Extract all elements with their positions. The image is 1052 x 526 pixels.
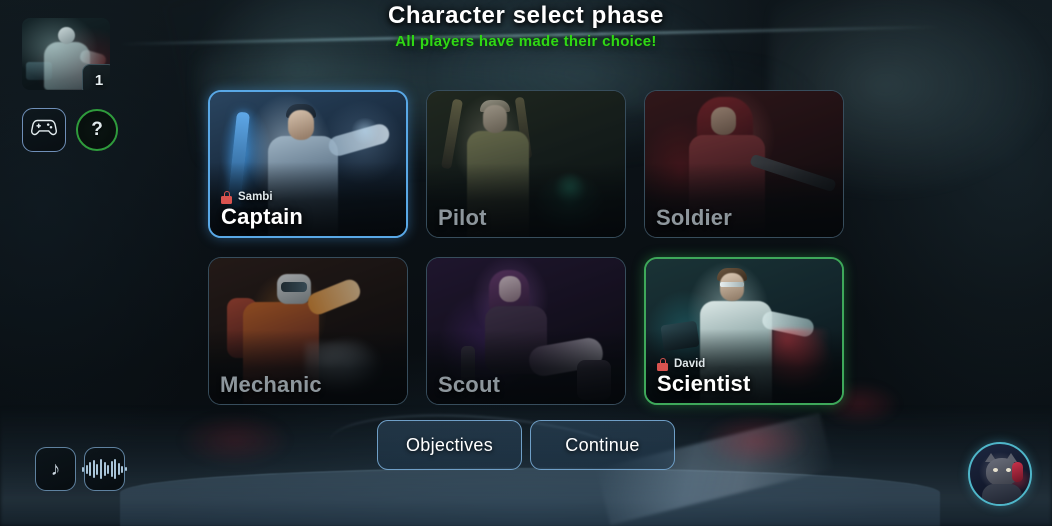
- owner-row: David: [657, 357, 834, 371]
- player-panel: 1 ?: [22, 18, 118, 152]
- user-avatar[interactable]: [968, 442, 1032, 506]
- audio-waveform-icon: [81, 459, 128, 479]
- character-select-screen: Character select phase All players have …: [0, 0, 1052, 526]
- character-card-scout[interactable]: Scout: [426, 257, 626, 405]
- card-labels: David Scientist: [657, 357, 834, 396]
- character-name: Captain: [221, 203, 304, 229]
- background-red-glow-2: [180, 414, 290, 466]
- music-note-icon: ♪: [50, 458, 61, 480]
- character-grid: Sambi Captain Pilot Soldier Mechanic Sco…: [208, 90, 844, 405]
- character-card-scientist[interactable]: David Scientist: [644, 257, 844, 405]
- character-card-mechanic[interactable]: Mechanic: [208, 257, 408, 405]
- objectives-button[interactable]: Objectives: [377, 420, 522, 470]
- owner-name: David: [674, 358, 706, 371]
- level-badge: 1: [82, 64, 110, 90]
- gamepad-icon: [31, 119, 57, 141]
- avatar-headphones: [1012, 462, 1023, 482]
- avatar-eye-right: [1006, 468, 1011, 472]
- character-name: Scientist: [657, 370, 751, 396]
- card-labels: Pilot: [438, 204, 617, 230]
- action-button-row: Objectives Continue: [377, 420, 675, 470]
- character-name: Pilot: [438, 204, 487, 230]
- character-name: Soldier: [656, 204, 732, 230]
- status-message: All players have made their choice!: [395, 33, 657, 50]
- card-labels: Soldier: [656, 204, 835, 230]
- card-labels: Mechanic: [220, 371, 399, 397]
- header: Character select phase All players have …: [0, 2, 1052, 50]
- background-ship-panel: [120, 468, 940, 526]
- gamepad-button[interactable]: [22, 108, 66, 152]
- lock-icon: [657, 357, 668, 371]
- page-title: Character select phase: [387, 2, 664, 29]
- character-card-soldier[interactable]: Soldier: [644, 90, 844, 238]
- avatar-eye-left: [993, 468, 998, 472]
- avatar-body: [982, 484, 1022, 504]
- character-card-captain[interactable]: Sambi Captain: [208, 90, 408, 238]
- avatar-art-head: [58, 27, 75, 44]
- help-button[interactable]: ?: [76, 109, 118, 151]
- player-icon-row: ?: [22, 108, 118, 152]
- owner-row: Sambi: [221, 190, 398, 204]
- character-card-pilot[interactable]: Pilot: [426, 90, 626, 238]
- character-name: Scout: [438, 371, 501, 397]
- player-avatar[interactable]: 1: [22, 18, 110, 90]
- question-mark-icon: ?: [91, 119, 103, 140]
- owner-name: Sambi: [238, 191, 273, 204]
- card-labels: Scout: [438, 371, 617, 397]
- card-labels: Sambi Captain: [221, 190, 398, 229]
- character-name: Mechanic: [220, 371, 322, 397]
- continue-button[interactable]: Continue: [530, 420, 675, 470]
- lock-icon: [221, 190, 232, 204]
- background-red-glow-1: [700, 414, 810, 468]
- sound-effects-button[interactable]: [81, 447, 128, 491]
- audio-controls: ♪: [35, 447, 128, 491]
- music-toggle-button[interactable]: ♪: [35, 447, 76, 491]
